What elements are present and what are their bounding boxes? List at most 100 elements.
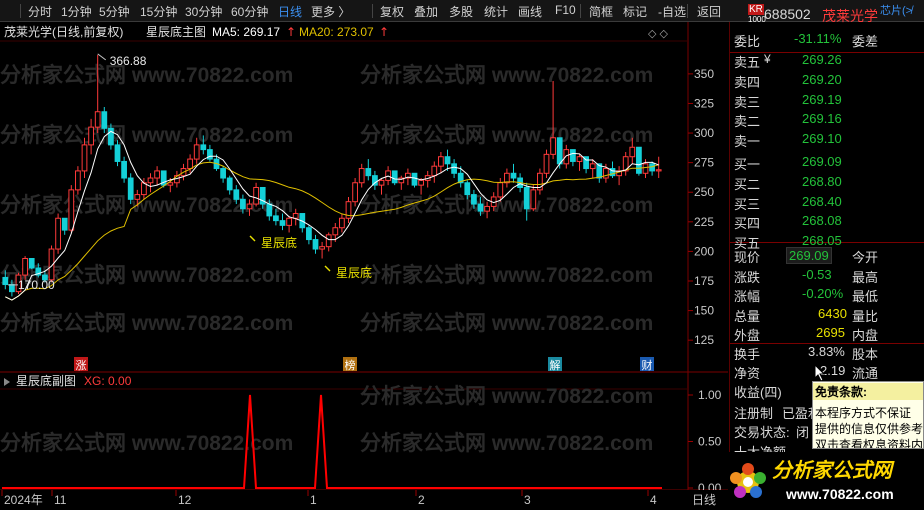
bid-level-label: 买二	[734, 176, 761, 192]
low-price-label: 170.00	[18, 278, 55, 292]
toolbar-item[interactable]: 返回	[697, 3, 721, 20]
candle-body	[418, 179, 424, 186]
x-tick-label: 4	[650, 493, 657, 507]
signal-label: 星辰底	[336, 265, 372, 280]
sub-indicator-name: 星辰底副图	[16, 373, 76, 388]
watermark-text: 分析家公式网 www.70822.com	[360, 263, 653, 287]
stat-label: 涨跌	[734, 269, 761, 285]
toolbar-item[interactable]: 更多 〉	[311, 3, 350, 20]
toolbar-divider	[20, 4, 21, 18]
candle-body	[451, 163, 457, 174]
bid-price: 268.05	[802, 233, 842, 249]
toolbar-item[interactable]: 叠加	[414, 3, 438, 20]
ratio-label: 委比	[734, 34, 761, 49]
candle-body	[550, 137, 556, 155]
candle-body	[504, 172, 510, 184]
y-axis: 350 325 300 275 250 225 200 175 150 125	[688, 67, 714, 347]
income-label: 收益(四)	[734, 385, 782, 400]
toolbar-item[interactable]: 1分钟	[61, 3, 92, 20]
x-tick-label: 2	[418, 493, 425, 507]
logo-url: www.70822.com	[785, 486, 894, 502]
event-marker-label: 涨	[76, 359, 87, 372]
toolbar-item[interactable]: 15分钟	[140, 3, 177, 20]
stat-value: -0.20%	[802, 286, 844, 301]
candle-body	[576, 156, 583, 162]
turnover-label: 换手	[734, 347, 761, 362]
ask-level-label: 卖五	[734, 55, 761, 70]
candle-body	[471, 194, 477, 205]
watermark-text: 分析家公式网 www.70822.com	[360, 193, 653, 217]
candle-body	[9, 284, 15, 293]
toolbar-item[interactable]: 5分钟	[99, 3, 130, 20]
toolbar-item[interactable]: 复权	[380, 3, 404, 20]
candle-body	[134, 194, 141, 200]
bid-price: 268.08	[802, 213, 842, 229]
stock-name: 茂莱光学	[822, 8, 878, 24]
signal-label: 星辰底	[261, 235, 297, 250]
ask-level-label: 卖一	[734, 134, 761, 150]
x-axis-bg	[0, 490, 728, 510]
candle-body	[325, 234, 332, 248]
ask-level-label: 卖三	[734, 94, 761, 110]
stat-label: 总量	[734, 308, 761, 324]
toolbar-item[interactable]: 简框	[589, 3, 613, 20]
candle-body	[2, 276, 9, 286]
ask-level-label: 卖四	[734, 74, 761, 90]
candle-body	[233, 189, 240, 200]
signal-arrow-icon	[249, 235, 256, 242]
candle-body	[94, 111, 101, 128]
net-asset-label: 净资	[734, 366, 761, 381]
x-tick-label: 3	[524, 493, 531, 507]
stat-value: -0.53	[802, 266, 832, 282]
toolbar-item[interactable]: 30分钟	[185, 3, 222, 20]
toolbar-item[interactable]: F10	[555, 3, 576, 17]
toolbar-item[interactable]: 标记	[623, 3, 647, 20]
candle-body	[207, 149, 213, 160]
toolbar-item[interactable]: 分时	[28, 3, 52, 20]
code-badge: KR	[748, 4, 764, 15]
bid-level-label: 买一	[734, 157, 761, 172]
logo-text: 分析家公式网	[772, 459, 895, 482]
trade-value: 闭	[796, 425, 810, 440]
y-tick-label: 150	[694, 304, 714, 318]
toolbar-item[interactable]: 60分钟	[231, 3, 268, 20]
candle-body	[570, 149, 576, 162]
candle-body	[484, 205, 490, 212]
toolbar-item[interactable]: 画线	[518, 3, 542, 20]
ratio-diff-label: 委差	[852, 34, 879, 49]
ask-price: 269.19	[802, 91, 842, 107]
candle-body	[319, 246, 325, 250]
candle-body	[603, 168, 609, 179]
kline-chart[interactable]: 分析家公式网 www.70822.com 分析家公式网 www.70822.com…	[0, 22, 728, 510]
y-tick-label: 325	[694, 96, 714, 110]
candle-body	[358, 168, 365, 184]
candle-body	[510, 172, 517, 179]
ask-price: 269.26	[802, 52, 842, 67]
high-price-label: 366.88	[110, 54, 147, 68]
watermark-text: 分析家公式网 www.70822.com	[360, 311, 653, 335]
candles-layer	[2, 54, 662, 297]
x-tick-label: 12	[178, 493, 192, 507]
toolbar-item[interactable]: 多股	[449, 3, 473, 20]
ask-price: 269.20	[802, 71, 842, 87]
chart-grid	[0, 22, 728, 491]
yen-icon: ¥	[764, 52, 771, 66]
candle-body	[636, 146, 642, 174]
logo-flower-icon	[730, 463, 766, 498]
stat-label-right: 今开	[852, 250, 879, 265]
candle-body	[220, 168, 226, 179]
stat-label: 外盘	[734, 328, 761, 343]
toolbar-item[interactable]: -自选	[658, 3, 686, 20]
stat-label-right: 最高	[852, 269, 879, 285]
toolbar-item[interactable]: 统计	[484, 3, 508, 20]
collapse-icon	[4, 378, 10, 386]
toolbar-item[interactable]: 日线	[278, 3, 302, 20]
x-tick-label: 11	[54, 493, 67, 507]
candle-body	[81, 144, 88, 172]
candle-body	[543, 153, 550, 174]
x-tick-label: 1	[310, 493, 317, 507]
watermark-text: 分析家公式网 www.70822.com	[0, 431, 293, 455]
settings-diamond-icons: ◇ ◇	[648, 28, 669, 40]
candle-body	[154, 170, 160, 179]
ask-level-label: 卖二	[734, 114, 761, 130]
